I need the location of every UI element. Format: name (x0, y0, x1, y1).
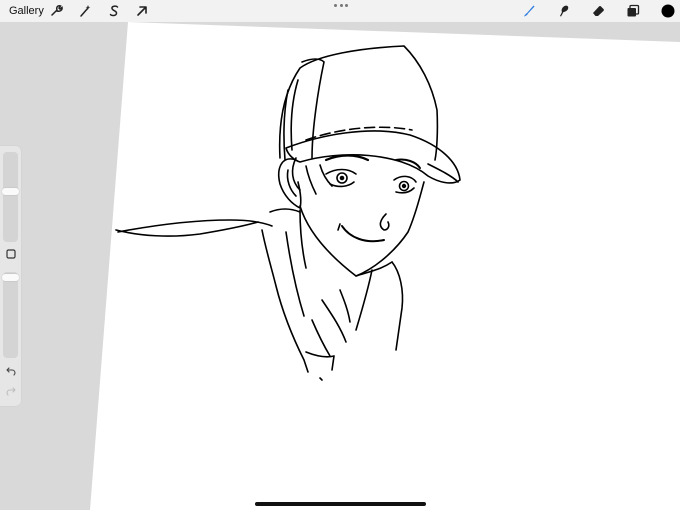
square-icon (5, 249, 16, 259)
home-indicator[interactable] (255, 502, 426, 506)
redo-button[interactable] (3, 384, 18, 398)
color-swatch[interactable] (660, 3, 676, 19)
selection-s-icon[interactable] (106, 3, 122, 19)
top-toolbar: Gallery (0, 0, 680, 22)
magic-wand-icon[interactable] (77, 3, 93, 19)
brush-size-handle[interactable] (2, 188, 19, 195)
left-sidebar (0, 146, 21, 406)
gallery-button[interactable]: Gallery (9, 5, 44, 17)
canvas-svg[interactable] (0, 0, 680, 510)
wrench-icon[interactable] (48, 3, 64, 19)
procreate-app: Gallery (0, 0, 680, 510)
left-pupil (339, 175, 345, 181)
opacity-handle[interactable] (2, 274, 19, 281)
undo-button[interactable] (3, 364, 18, 378)
arrow-cursor-icon[interactable] (134, 3, 150, 19)
smudge-icon[interactable] (555, 3, 571, 19)
redo-icon (5, 387, 16, 396)
toolbar-grabber[interactable] (334, 4, 348, 8)
eraser-icon[interactable] (590, 3, 606, 19)
opacity-slider[interactable] (3, 272, 18, 358)
undo-icon (5, 367, 16, 376)
right-pupil (401, 183, 407, 189)
brush-icon[interactable] (521, 3, 537, 19)
layers-icon[interactable] (625, 3, 641, 19)
brush-size-slider[interactable] (3, 152, 18, 242)
modify-button[interactable] (3, 247, 18, 261)
drawing-canvas[interactable] (0, 0, 680, 510)
